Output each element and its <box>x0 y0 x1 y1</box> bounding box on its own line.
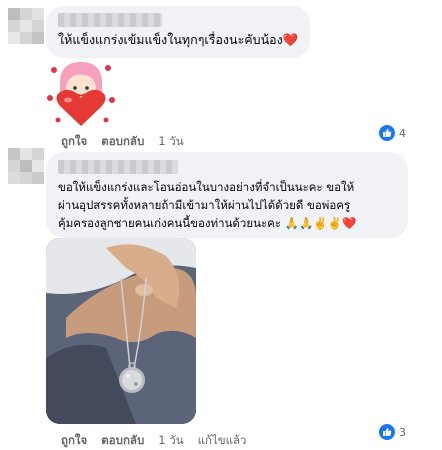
reaction-count: 4 <box>399 126 406 140</box>
comment-bubble: ขอให้แข็งแกร่งและโอนอ่อนในบางอย่างที่จำเ… <box>46 152 408 238</box>
pendant-photo-image <box>46 238 196 424</box>
reply-link[interactable]: ตอบกลับ <box>101 133 144 151</box>
timestamp[interactable]: 1 วัน <box>158 133 183 151</box>
avatar[interactable] <box>8 148 44 184</box>
comment-line-3: คุ้มครองลูกชายคนเก่งคนนี้ของท่านด้วยนะคะ… <box>58 216 357 230</box>
comment-line-1: ขอให้แข็งแกร่งและโอนอ่อนในบางอย่างที่จำเ… <box>58 180 355 194</box>
girl-heart-sticker <box>47 62 115 126</box>
emoji-group: 🙏🙏✌️✌️❤️ <box>284 216 357 230</box>
like-icon <box>379 125 395 141</box>
avatar[interactable] <box>8 8 44 44</box>
commenter-name[interactable] <box>58 13 162 27</box>
comment-actions: ถูกใจ ตอบกลับ 1 วัน <box>61 133 184 151</box>
comment-actions: ถูกใจ ตอบกลับ 1 วัน แก้ไขแล้ว <box>61 432 247 450</box>
commenter-name[interactable] <box>58 160 178 174</box>
reaction-summary[interactable]: 3 <box>378 423 410 441</box>
comment-photo[interactable] <box>46 238 196 424</box>
reply-link[interactable]: ตอบกลับ <box>101 432 144 450</box>
timestamp[interactable]: 1 วัน <box>158 432 183 450</box>
reaction-count: 3 <box>399 425 406 439</box>
edited-label: แก้ไขแล้ว <box>197 433 247 447</box>
like-link[interactable]: ถูกใจ <box>61 432 87 450</box>
like-link[interactable]: ถูกใจ <box>61 133 87 151</box>
like-icon <box>379 424 395 440</box>
comment-bubble: ให้แข็งแกร่งเข้มแข็งในทุกๆเรื่องนะคับน้อ… <box>46 6 310 58</box>
comment-text: ให้แข็งแกร่งเข้มแข็งในทุกๆเรื่องนะคับน้อ… <box>58 32 299 47</box>
comment-line-2: ผ่านอุปสรรคทั้งหลายถ้ามีเข้ามาให้ผ่านไปไ… <box>58 198 351 212</box>
reaction-summary[interactable]: 4 <box>378 124 410 142</box>
